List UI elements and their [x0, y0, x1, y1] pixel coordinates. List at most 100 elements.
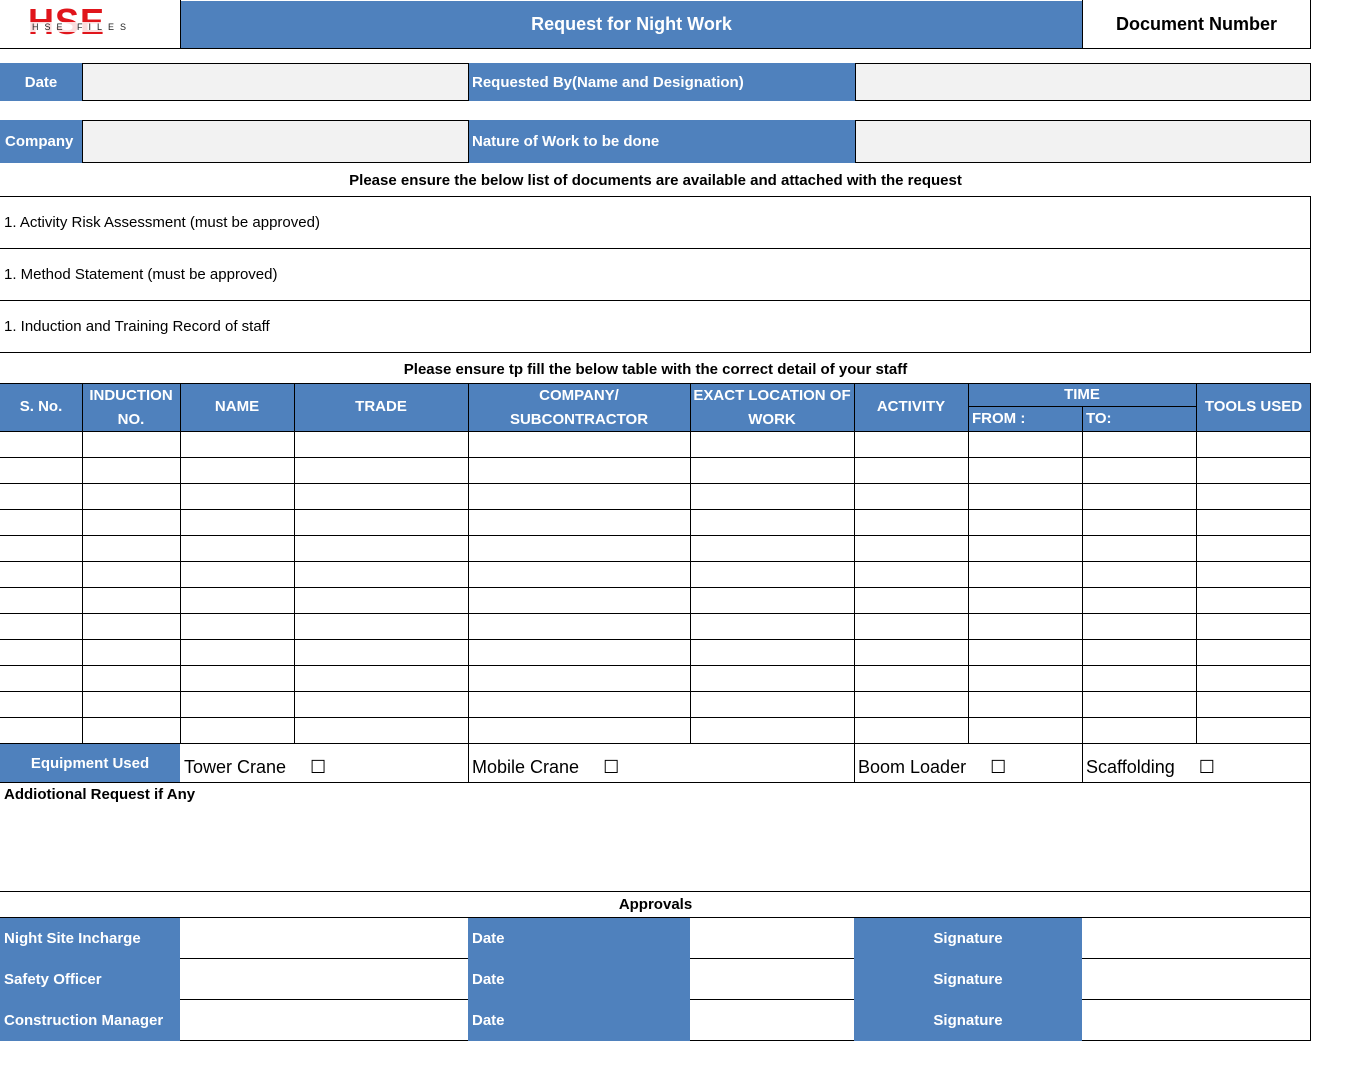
- table-cell[interactable]: [854, 587, 968, 613]
- table-cell[interactable]: [82, 561, 180, 587]
- table-cell[interactable]: [968, 639, 1082, 665]
- table-cell[interactable]: [1196, 613, 1310, 639]
- approval-date-field[interactable]: [691, 959, 854, 1000]
- table-cell[interactable]: [294, 535, 468, 561]
- date-field[interactable]: [82, 63, 469, 101]
- table-cell[interactable]: [1082, 665, 1196, 691]
- table-cell[interactable]: [294, 639, 468, 665]
- table-cell[interactable]: [294, 483, 468, 509]
- table-cell[interactable]: [180, 639, 294, 665]
- table-cell[interactable]: [82, 665, 180, 691]
- table-cell[interactable]: [82, 457, 180, 483]
- table-cell[interactable]: [180, 535, 294, 561]
- table-cell[interactable]: [1082, 613, 1196, 639]
- table-cell[interactable]: [0, 691, 82, 717]
- table-cell[interactable]: [1082, 535, 1196, 561]
- table-cell[interactable]: [854, 509, 968, 535]
- table-cell[interactable]: [690, 535, 854, 561]
- checkbox-icon[interactable]: ☐: [603, 757, 619, 778]
- table-cell[interactable]: [0, 431, 82, 457]
- table-cell[interactable]: [1196, 691, 1310, 717]
- table-cell[interactable]: [968, 457, 1082, 483]
- table-cell[interactable]: [82, 535, 180, 561]
- table-cell[interactable]: [1196, 665, 1310, 691]
- table-cell[interactable]: [1082, 717, 1196, 743]
- table-cell[interactable]: [180, 613, 294, 639]
- table-cell[interactable]: [690, 457, 854, 483]
- table-cell[interactable]: [1196, 457, 1310, 483]
- table-cell[interactable]: [1196, 509, 1310, 535]
- table-cell[interactable]: [690, 431, 854, 457]
- equipment-boom-loader[interactable]: Boom Loader ☐: [858, 750, 1078, 784]
- table-cell[interactable]: [468, 691, 690, 717]
- table-cell[interactable]: [468, 431, 690, 457]
- table-cell[interactable]: [0, 483, 82, 509]
- table-cell[interactable]: [468, 587, 690, 613]
- approval-date-field[interactable]: [691, 1000, 854, 1041]
- table-cell[interactable]: [0, 561, 82, 587]
- table-cell[interactable]: [690, 587, 854, 613]
- table-cell[interactable]: [1082, 509, 1196, 535]
- table-cell[interactable]: [690, 691, 854, 717]
- table-cell[interactable]: [468, 639, 690, 665]
- table-cell[interactable]: [968, 509, 1082, 535]
- table-cell[interactable]: [294, 717, 468, 743]
- approval-name-field[interactable]: [181, 959, 468, 1000]
- table-cell[interactable]: [854, 691, 968, 717]
- table-cell[interactable]: [968, 431, 1082, 457]
- table-cell[interactable]: [854, 613, 968, 639]
- table-cell[interactable]: [82, 613, 180, 639]
- table-cell[interactable]: [854, 717, 968, 743]
- table-cell[interactable]: [294, 587, 468, 613]
- table-cell[interactable]: [1196, 639, 1310, 665]
- table-cell[interactable]: [1196, 587, 1310, 613]
- table-cell[interactable]: [854, 665, 968, 691]
- table-cell[interactable]: [968, 691, 1082, 717]
- table-cell[interactable]: [0, 587, 82, 613]
- table-cell[interactable]: [1196, 483, 1310, 509]
- table-cell[interactable]: [1196, 431, 1310, 457]
- table-cell[interactable]: [854, 535, 968, 561]
- equipment-mobile-crane[interactable]: Mobile Crane ☐: [472, 750, 852, 784]
- table-cell[interactable]: [968, 561, 1082, 587]
- checkbox-icon[interactable]: ☐: [990, 757, 1006, 778]
- table-cell[interactable]: [180, 457, 294, 483]
- equipment-tower-crane[interactable]: Tower Crane ☐: [184, 750, 464, 784]
- table-cell[interactable]: [294, 691, 468, 717]
- requested-by-field[interactable]: [855, 63, 1311, 101]
- table-cell[interactable]: [690, 561, 854, 587]
- company-field[interactable]: [82, 120, 469, 163]
- table-cell[interactable]: [690, 613, 854, 639]
- table-cell[interactable]: [82, 509, 180, 535]
- table-cell[interactable]: [968, 483, 1082, 509]
- approval-name-field[interactable]: [181, 1000, 468, 1041]
- table-cell[interactable]: [82, 587, 180, 613]
- table-cell[interactable]: [968, 587, 1082, 613]
- table-cell[interactable]: [1082, 691, 1196, 717]
- table-cell[interactable]: [82, 691, 180, 717]
- table-cell[interactable]: [1196, 561, 1310, 587]
- table-cell[interactable]: [854, 457, 968, 483]
- approval-date-field[interactable]: [691, 918, 854, 959]
- table-cell[interactable]: [854, 561, 968, 587]
- table-cell[interactable]: [1082, 561, 1196, 587]
- table-cell[interactable]: [968, 717, 1082, 743]
- approval-signature-field[interactable]: [1083, 918, 1310, 959]
- table-cell[interactable]: [1082, 587, 1196, 613]
- table-cell[interactable]: [82, 639, 180, 665]
- table-cell[interactable]: [968, 535, 1082, 561]
- table-cell[interactable]: [294, 457, 468, 483]
- table-cell[interactable]: [0, 509, 82, 535]
- approval-signature-field[interactable]: [1083, 1000, 1310, 1041]
- table-cell[interactable]: [294, 431, 468, 457]
- table-cell[interactable]: [294, 665, 468, 691]
- table-cell[interactable]: [294, 561, 468, 587]
- table-cell[interactable]: [968, 613, 1082, 639]
- table-cell[interactable]: [690, 509, 854, 535]
- checkbox-icon[interactable]: ☐: [1199, 757, 1215, 778]
- table-cell[interactable]: [1082, 639, 1196, 665]
- table-cell[interactable]: [1196, 717, 1310, 743]
- equipment-scaffolding[interactable]: Scaffolding ☐: [1086, 750, 1306, 784]
- table-cell[interactable]: [0, 613, 82, 639]
- checkbox-icon[interactable]: ☐: [310, 757, 326, 778]
